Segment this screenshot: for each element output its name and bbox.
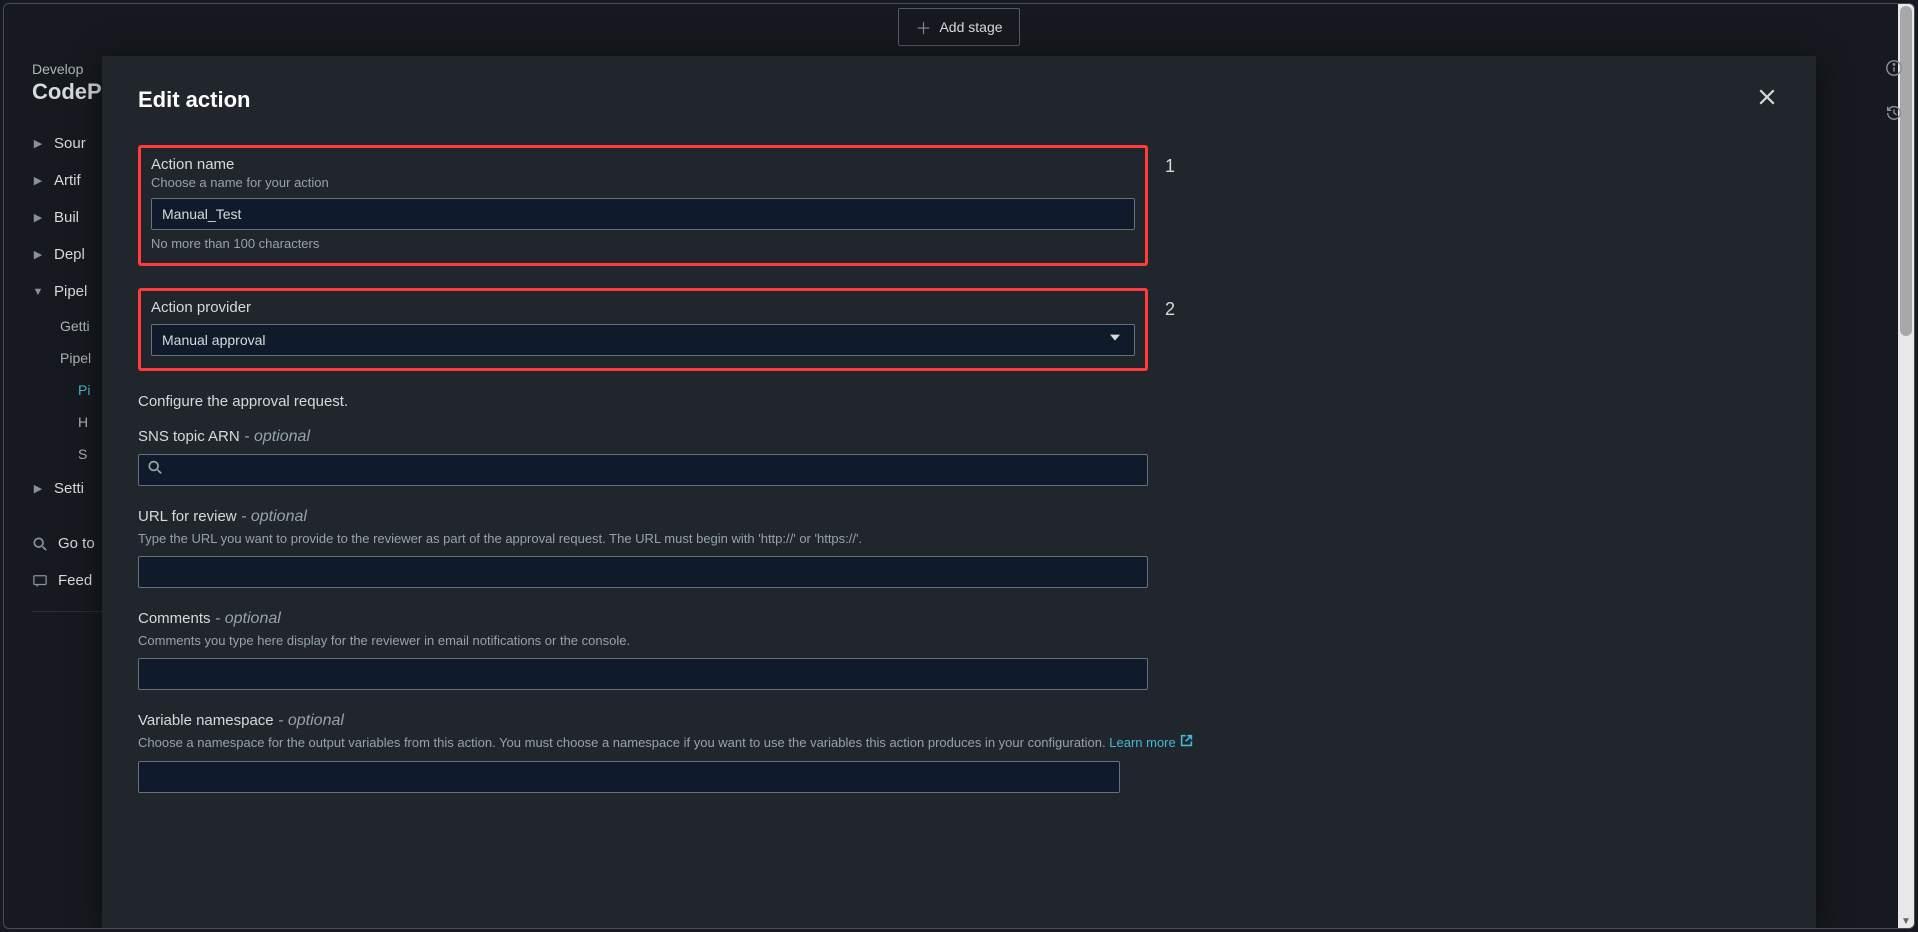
- variable-namespace-field: Variable namespace - optional Choose a n…: [138, 712, 1198, 792]
- plus-icon: ＋: [915, 15, 931, 39]
- scroll-down-icon[interactable]: ▼: [1900, 916, 1912, 928]
- action-name-label: Action name: [151, 156, 1135, 173]
- add-stage-label: Add stage: [939, 19, 1002, 35]
- action-provider-label: Action provider: [151, 299, 1135, 316]
- sidebar-item-label: Artif: [54, 172, 81, 189]
- search-icon: [32, 536, 48, 552]
- var-ns-hint: Choose a namespace for the output variab…: [138, 734, 1198, 752]
- comments-label: Comments: [138, 610, 211, 627]
- comments-optional: - optional: [215, 610, 281, 627]
- search-icon: [148, 460, 162, 479]
- goto-label: Go to: [58, 535, 95, 552]
- variable-namespace-input[interactable]: [138, 761, 1120, 793]
- caret-right-icon: ▶: [32, 211, 44, 224]
- sns-topic-input[interactable]: [138, 454, 1148, 486]
- comments-field: Comments - optional Comments you type he…: [138, 610, 1148, 690]
- sidebar-item-label: Pi: [78, 382, 90, 398]
- modal-title: Edit action: [138, 87, 250, 113]
- scrollbar-thumb[interactable]: [1900, 6, 1912, 336]
- feedback-label: Feed: [58, 572, 92, 589]
- info-icon[interactable]: [1885, 59, 1903, 82]
- action-name-input[interactable]: [151, 198, 1135, 230]
- sidebar-item-label: Getti: [60, 318, 90, 334]
- action-provider-select[interactable]: [151, 324, 1135, 356]
- comments-input[interactable]: [138, 658, 1148, 690]
- sidebar-item-label: S: [78, 446, 87, 462]
- top-bar: ＋ Add stage: [4, 4, 1914, 49]
- caret-right-icon: ▶: [32, 174, 44, 187]
- add-stage-button[interactable]: ＋ Add stage: [898, 8, 1019, 46]
- annotation-box-2: 2 Action provider: [138, 288, 1148, 371]
- action-name-constraint: No more than 100 characters: [151, 236, 1135, 251]
- sidebar-item-label: H: [78, 414, 88, 430]
- caret-right-icon: ▶: [32, 248, 44, 261]
- scrollbar-track[interactable]: ▲ ▼: [1898, 4, 1914, 928]
- annotation-box-1: 1 Action name Choose a name for your act…: [138, 145, 1148, 266]
- feedback-icon: [32, 573, 48, 589]
- learn-more-link[interactable]: Learn more: [1109, 734, 1192, 752]
- url-review-label: URL for review: [138, 508, 237, 525]
- sidebar-item-label: Pipel: [54, 283, 87, 300]
- caret-right-icon: ▶: [32, 137, 44, 150]
- sidebar-item-label: Depl: [54, 246, 85, 263]
- edit-action-modal: Edit action 1 Action name Choose a name …: [102, 56, 1816, 928]
- sidebar-item-label: Sour: [54, 135, 86, 152]
- configure-text: Configure the approval request.: [138, 393, 1780, 410]
- action-name-hint: Choose a name for your action: [151, 175, 1135, 190]
- var-ns-label: Variable namespace: [138, 712, 274, 729]
- sidebar-item-label: Setti: [54, 480, 84, 497]
- sidebar-item-label: Buil: [54, 209, 79, 226]
- history-icon[interactable]: [1885, 104, 1903, 127]
- url-review-input[interactable]: [138, 556, 1148, 588]
- url-review-field: URL for review - optional Type the URL y…: [138, 508, 1148, 588]
- close-button[interactable]: [1754, 84, 1780, 115]
- comments-hint: Comments you type here display for the r…: [138, 632, 1148, 650]
- sidebar-item-label: Pipel: [60, 350, 91, 366]
- sns-label: SNS topic ARN: [138, 428, 240, 445]
- annotation-number-1: 1: [1165, 156, 1175, 177]
- var-ns-optional: - optional: [278, 712, 344, 729]
- annotation-number-2: 2: [1165, 299, 1175, 320]
- url-review-hint: Type the URL you want to provide to the …: [138, 530, 1148, 548]
- caret-down-icon: ▼: [32, 286, 44, 298]
- right-rail: [1880, 59, 1908, 127]
- sns-topic-field: SNS topic ARN - optional: [138, 428, 1148, 486]
- external-link-icon: [1180, 734, 1193, 752]
- sns-optional: - optional: [244, 428, 310, 445]
- caret-right-icon: ▶: [32, 482, 44, 495]
- url-review-optional: - optional: [241, 508, 307, 525]
